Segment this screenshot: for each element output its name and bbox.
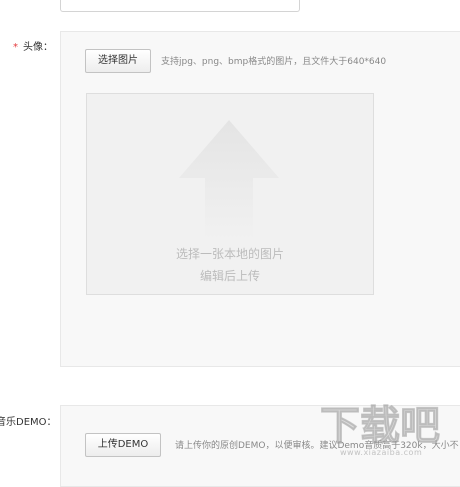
watermark-url: www.xiazaiba.com [340, 448, 423, 457]
upload-text-line1: 选择一张本地的图片 [175, 247, 284, 261]
watermark-text: 下载吧 [320, 403, 440, 449]
required-mark: * [13, 42, 18, 53]
site-watermark: 下载吧 [320, 403, 441, 450]
select-image-button[interactable]: 选择图片 [85, 49, 151, 73]
avatar-hint: 支持jpg、png、bmp格式的图片，且文件大于640*640 [161, 57, 387, 67]
music-demo-label: 音乐DEMO： [0, 417, 57, 428]
avatar-label-wrap: * 头像： [13, 38, 53, 53]
avatar-panel: 选择图片 支持jpg、png、bmp格式的图片，且文件大于640*640 选择一… [60, 31, 460, 367]
previous-field-input[interactable] [60, 0, 300, 12]
image-upload-area[interactable]: 选择一张本地的图片 编辑后上传 [86, 93, 374, 295]
upload-arrow-icon [179, 120, 279, 240]
upload-text-line2: 编辑后上传 [199, 269, 260, 283]
avatar-label: 头像： [23, 42, 53, 53]
upload-demo-button[interactable]: 上传DEMO [85, 433, 161, 457]
